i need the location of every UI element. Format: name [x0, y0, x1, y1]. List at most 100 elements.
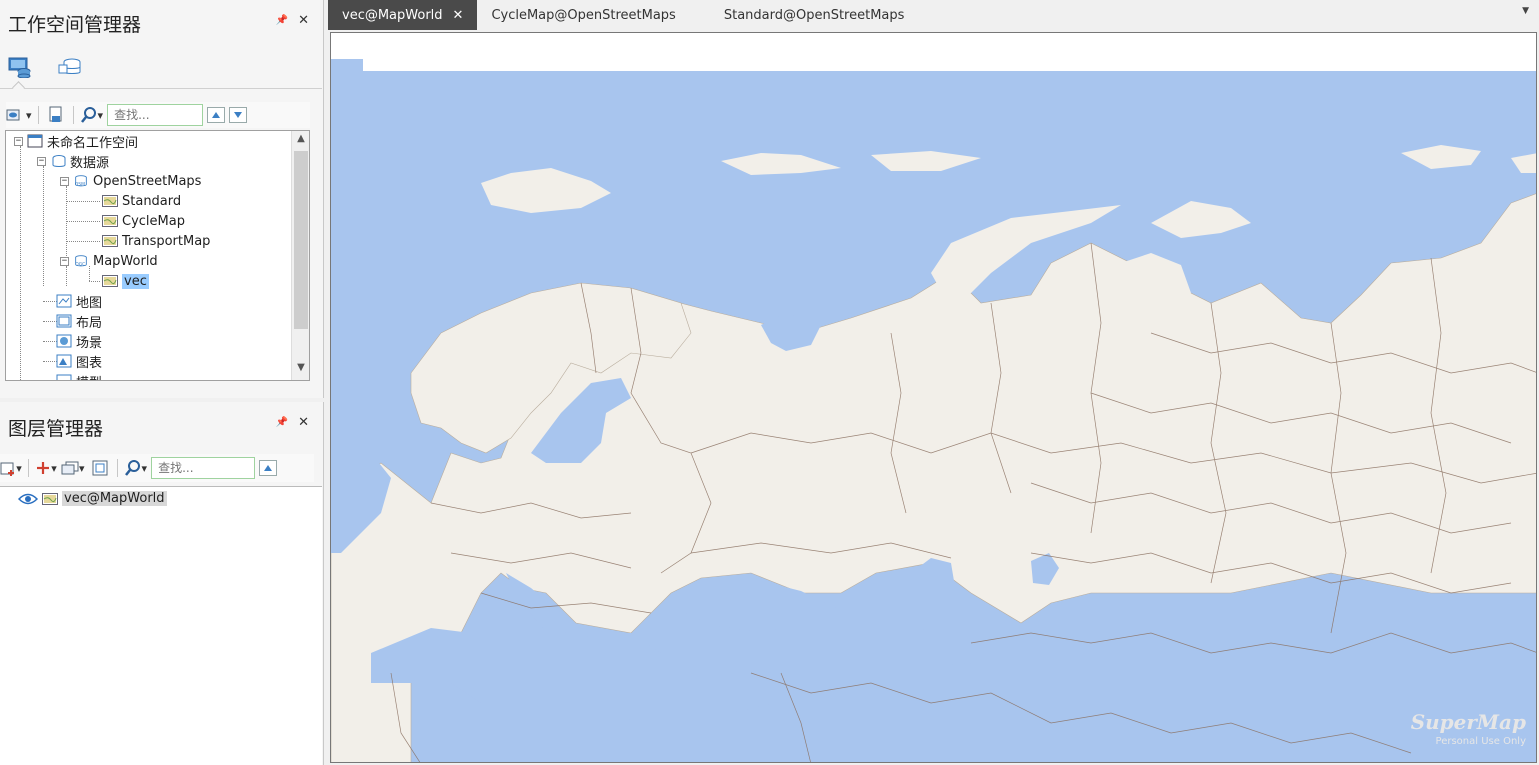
tree-node-label: Standard	[122, 193, 182, 209]
map-canvas[interactable]: SuperMap Personal Use Only	[330, 32, 1537, 763]
tree-node-vec[interactable]: vec	[102, 271, 149, 291]
dropdown-arrow-icon: ▾	[97, 108, 104, 122]
search-options-button[interactable]: ▾	[80, 104, 104, 126]
tree-node-label: 未命名工作空间	[47, 135, 139, 151]
map-dataset-icon	[102, 194, 118, 208]
tree-node-layouts[interactable]: 布局	[56, 311, 102, 331]
tree-scrollbar[interactable]: ▲ ▼	[291, 131, 309, 380]
workspace-search-input[interactable]	[107, 104, 204, 126]
svg-text:OSM: OSM	[75, 181, 85, 187]
tree-node-label-selected: vec	[122, 273, 149, 289]
layer-list: vec@MapWorld	[0, 486, 322, 765]
tree-node-osm[interactable]: − OSM OpenStreetMaps	[60, 171, 201, 191]
close-icon[interactable]: ✕	[298, 416, 309, 430]
tree-node-label: 数据源	[70, 155, 110, 171]
datasource-tab-icon[interactable]	[56, 54, 84, 80]
layer-extent-button[interactable]	[89, 457, 111, 479]
tree-node-label: TransportMap	[122, 233, 211, 249]
datasource-folder-icon	[50, 154, 66, 168]
map-svg	[331, 33, 1536, 762]
map-tabs: vec@MapWorld ✕ CycleMap@OpenStreetMaps S…	[328, 0, 1539, 30]
dropdown-arrow-icon: ▾	[79, 461, 85, 475]
watermark-brand: SuperMap	[1410, 710, 1526, 734]
tree-node-label: CycleMap	[122, 213, 185, 229]
ogc-datasource-icon: OGC	[73, 254, 89, 268]
tree-node-scenes[interactable]: 场景	[56, 331, 102, 351]
tree-node-label: 模型	[76, 372, 102, 381]
tab-label: vec@MapWorld	[342, 7, 443, 23]
search-up-button[interactable]	[207, 107, 226, 123]
charts-folder-icon	[56, 354, 72, 368]
dropdown-arrow-icon: ▾	[26, 108, 32, 122]
collapse-toggle[interactable]: −	[14, 136, 23, 146]
layer-search-options-button[interactable]: ▾	[124, 457, 148, 479]
tree-node-mapworld[interactable]: − OGC MapWorld	[60, 251, 158, 271]
watermark-sub: Personal Use Only	[1435, 736, 1526, 747]
collapse-toggle[interactable]: −	[37, 156, 46, 166]
scroll-up-icon[interactable]: ▲	[295, 133, 307, 149]
pin-icon[interactable]: 📌	[276, 416, 288, 430]
scroll-down-icon[interactable]: ▼	[295, 362, 307, 378]
scrollbar-thumb[interactable]	[294, 151, 308, 329]
workspace-tree: − 未命名工作空间 − 数据源 − OSM OpenStreetMaps Sta…	[5, 130, 310, 381]
tree-node-charts[interactable]: 图表	[56, 351, 102, 371]
workspace-manager-panel: 工作空间管理器 📌 ✕ ▾ ▾ 查找... − 未命名工作空间 − 数据源 − …	[0, 0, 324, 398]
svg-text:OGC: OGC	[75, 261, 85, 267]
workspace-tree-tab-icon[interactable]	[6, 54, 34, 80]
layouts-folder-icon	[56, 314, 72, 328]
layer-manager-title: 图层管理器	[8, 418, 104, 440]
dropdown-arrow-icon: ▾	[16, 461, 22, 475]
close-icon[interactable]: ✕	[298, 14, 309, 28]
app-window: 工作空间管理器 📌 ✕ ▾ ▾ 查找... − 未命名工作空间 − 数据源 − …	[0, 0, 1539, 765]
dropdown-arrow-icon: ▾	[51, 461, 57, 475]
maps-folder-icon	[56, 294, 72, 308]
tree-node-label: 地图	[76, 295, 103, 311]
workspace-icon	[27, 134, 43, 148]
tree-node-label: MapWorld	[93, 253, 158, 269]
collapse-toggle[interactable]: −	[60, 256, 69, 266]
workspace-toolbar: ▾ ▾	[6, 102, 310, 128]
tree-node-osm-transportmap[interactable]: TransportMap	[102, 231, 210, 251]
tree-node-label: OpenStreetMaps	[93, 173, 202, 189]
workspace-manager-title: 工作空间管理器	[8, 14, 142, 36]
map-layer-icon	[42, 492, 58, 506]
pin-icon[interactable]: 📌	[276, 14, 288, 28]
layer-name: vec@MapWorld	[62, 491, 167, 506]
tree-node-label: 布局	[76, 315, 103, 331]
dropdown-arrow-icon: ▾	[141, 461, 148, 475]
tree-node-datasources[interactable]: − 数据源	[37, 151, 109, 171]
tab-vec-mapworld[interactable]: vec@MapWorld ✕	[328, 0, 478, 30]
map-dataset-icon	[102, 274, 118, 288]
layer-copy-button[interactable]: ▾	[61, 457, 85, 479]
layer-row[interactable]: vec@MapWorld	[18, 491, 167, 506]
tab-overflow-icon[interactable]: ▼	[1522, 6, 1529, 16]
layer-search-input[interactable]	[151, 457, 256, 479]
layer-toolbar: ▾ ▾ ▾ ▾	[0, 454, 314, 482]
tree-node-maps[interactable]: 地图	[56, 291, 102, 311]
view-options-button[interactable]: ▾	[6, 104, 32, 126]
export-button[interactable]	[45, 104, 67, 126]
tree-node-label: 图表	[76, 355, 103, 371]
collapse-toggle[interactable]: −	[60, 176, 69, 186]
tab-label: CycleMap@OpenStreetMaps	[491, 7, 676, 23]
close-tab-icon[interactable]: ✕	[453, 8, 464, 23]
tree-node-workspace[interactable]: − 未命名工作空间	[14, 131, 138, 151]
visibility-eye-icon[interactable]	[18, 492, 38, 506]
scenes-folder-icon	[56, 334, 72, 348]
layer-manager-panel: 图层管理器 📌 ✕ ▾ ▾ ▾ ▾ 查找... vec@MapWorld	[0, 402, 324, 765]
layer-search-up-button[interactable]	[259, 460, 278, 476]
models-folder-icon	[56, 374, 72, 380]
add-layer-group-button[interactable]: ▾	[0, 457, 22, 479]
tree-node-models[interactable]: 模型	[56, 371, 102, 381]
tab-label: Standard@OpenStreetMaps	[723, 7, 905, 23]
map-dataset-icon	[102, 234, 118, 248]
supermap-watermark: SuperMap Personal Use Only	[1411, 712, 1526, 752]
add-layer-button[interactable]: ▾	[35, 457, 57, 479]
tree-node-osm-cyclemap[interactable]: CycleMap	[102, 211, 185, 231]
tree-node-osm-standard[interactable]: Standard	[102, 191, 181, 211]
search-down-button[interactable]	[229, 107, 248, 123]
tab-standard-osm[interactable]: Standard@OpenStreetMaps	[690, 0, 919, 30]
map-window: vec@MapWorld ✕ CycleMap@OpenStreetMaps S…	[328, 0, 1539, 765]
tab-cyclemap-osm[interactable]: CycleMap@OpenStreetMaps	[477, 0, 689, 30]
osm-datasource-icon: OSM	[73, 174, 89, 188]
